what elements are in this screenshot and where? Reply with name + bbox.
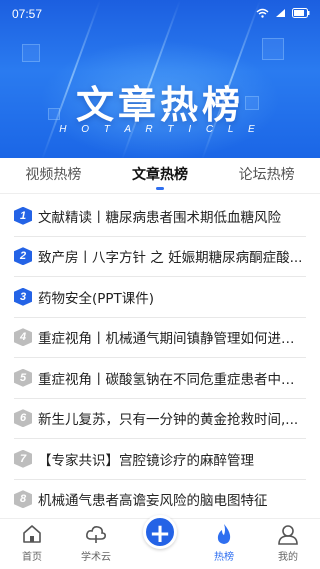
article-title: 文献精读丨糖尿病患者围术期低血糖风险: [38, 209, 281, 226]
wifi-icon: [256, 8, 269, 18]
rank-badge: 1: [14, 206, 32, 225]
article-list: 1 文献精读丨糖尿病患者围术期低血糖风险 2 致产房丨八字方针 之 妊娠期糖尿病…: [0, 196, 320, 520]
nav-hot-list[interactable]: 热榜: [192, 519, 256, 569]
nav-mine-label: 我的: [278, 552, 298, 563]
nav-academic-cloud[interactable]: 学术云: [64, 519, 128, 569]
rank-badge: 2: [14, 247, 32, 266]
list-item[interactable]: 3 药物安全(PPT课件): [14, 277, 306, 318]
user-icon: [276, 522, 300, 546]
flame-icon: [212, 522, 236, 546]
list-item[interactable]: 4 重症视角丨机械通气期间镇静管理如何进行...: [14, 318, 306, 358]
hotlist-tabs: 视频热榜 文章热榜 论坛热榜: [0, 158, 320, 194]
tab-video[interactable]: 视频热榜: [0, 158, 107, 193]
cloud-icon: [84, 522, 108, 546]
nav-add[interactable]: +: [128, 515, 192, 569]
status-icons: [256, 8, 310, 18]
article-title: 新生儿复苏，只有一分钟的黄金抢救时间,...: [38, 412, 299, 429]
page-subtitle: H O T A R T I C L E: [59, 124, 261, 135]
list-item[interactable]: 5 重症视角丨碳酸氢钠在不同危重症患者中的...: [14, 358, 306, 399]
list-item[interactable]: 1 文献精读丨糖尿病患者围术期低血糖风险: [14, 196, 306, 237]
nav-hot-list-label: 热榜: [214, 552, 234, 563]
add-icon[interactable]: +: [143, 515, 177, 549]
list-item[interactable]: 7 【专家共识】宫腔镜诊疗的麻醉管理: [14, 439, 306, 480]
article-title: 机械通气患者高谵妄风险的脑电图特征: [38, 493, 268, 510]
article-title: 药物安全(PPT课件): [38, 290, 155, 307]
battery-icon: [292, 8, 310, 18]
page-title: 文章热榜: [75, 83, 244, 127]
nav-academic-cloud-label: 学术云: [81, 552, 111, 563]
list-item[interactable]: 2 致产房丨八字方针 之 妊娠期糖尿病酮症酸...: [14, 237, 306, 277]
list-item[interactable]: 6 新生儿复苏，只有一分钟的黄金抢救时间,...: [14, 399, 306, 439]
tab-forum[interactable]: 论坛热榜: [213, 158, 320, 193]
tab-article[interactable]: 文章热榜: [107, 158, 214, 193]
nav-mine[interactable]: 我的: [256, 519, 320, 569]
rank-badge: 4: [14, 328, 32, 347]
rank-badge: 5: [14, 368, 32, 387]
list-item[interactable]: 8 机械通气患者高谵妄风险的脑电图特征: [14, 480, 306, 520]
nav-home[interactable]: 首页: [0, 519, 64, 569]
article-title: 重症视角丨机械通气期间镇静管理如何进行...: [38, 331, 306, 348]
status-time: 07:57: [12, 7, 43, 21]
signal-icon: [276, 9, 285, 17]
article-title: 重症视角丨碳酸氢钠在不同危重症患者中的...: [38, 371, 306, 388]
rank-badge: 8: [14, 490, 32, 509]
nav-home-label: 首页: [22, 552, 42, 563]
rank-badge: 7: [14, 449, 32, 468]
rank-badge: 6: [14, 409, 32, 428]
rank-badge: 3: [14, 287, 32, 306]
status-bar: 07:57: [0, 0, 320, 28]
bottom-nav: 首页 学术云 + 热榜 我的: [0, 515, 320, 569]
decor-cube: [262, 38, 284, 60]
hero-banner: 07:57 文章热榜 H O T A R T I C L E: [0, 0, 320, 158]
article-title: 【专家共识】宫腔镜诊疗的麻醉管理: [38, 452, 254, 469]
decor-cube: [22, 44, 40, 62]
home-icon: [20, 522, 44, 546]
article-title: 致产房丨八字方针 之 妊娠期糖尿病酮症酸...: [38, 250, 303, 267]
